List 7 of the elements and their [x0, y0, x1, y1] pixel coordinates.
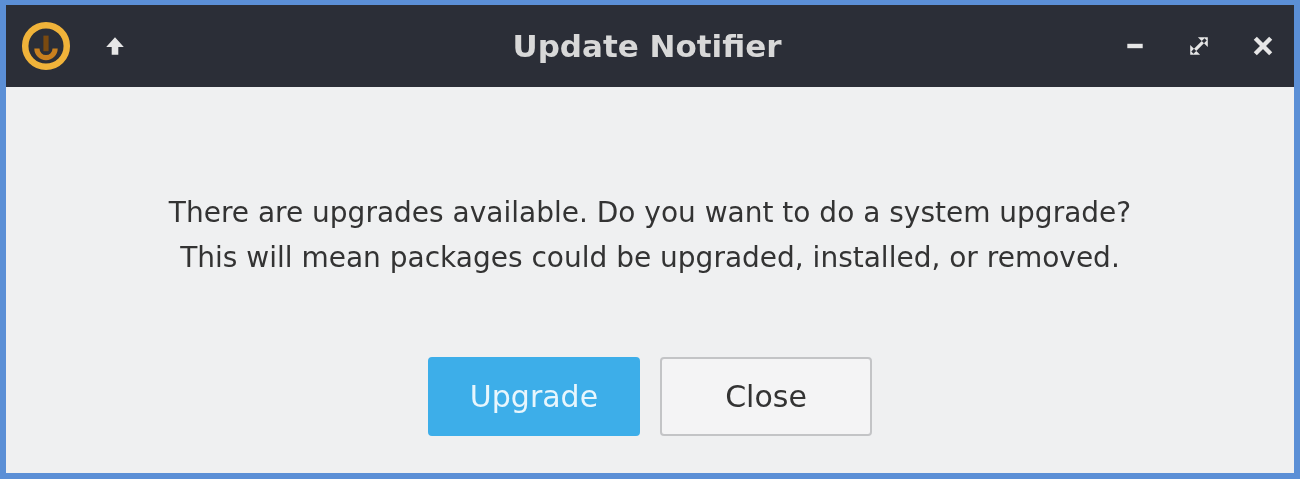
up-arrow-icon[interactable] — [104, 35, 126, 57]
message-text: There are upgrades available. Do you want to do a system upgrade? This will mean packages could be upgraded, installed, or removed. — [168, 195, 1132, 276]
window-title: Update Notifier — [512, 28, 782, 64]
close-icon[interactable] — [1252, 35, 1274, 57]
maximize-icon[interactable] — [1188, 35, 1210, 57]
dialog-button[interactable]: Close — [660, 357, 872, 436]
app-icon — [20, 20, 72, 72]
